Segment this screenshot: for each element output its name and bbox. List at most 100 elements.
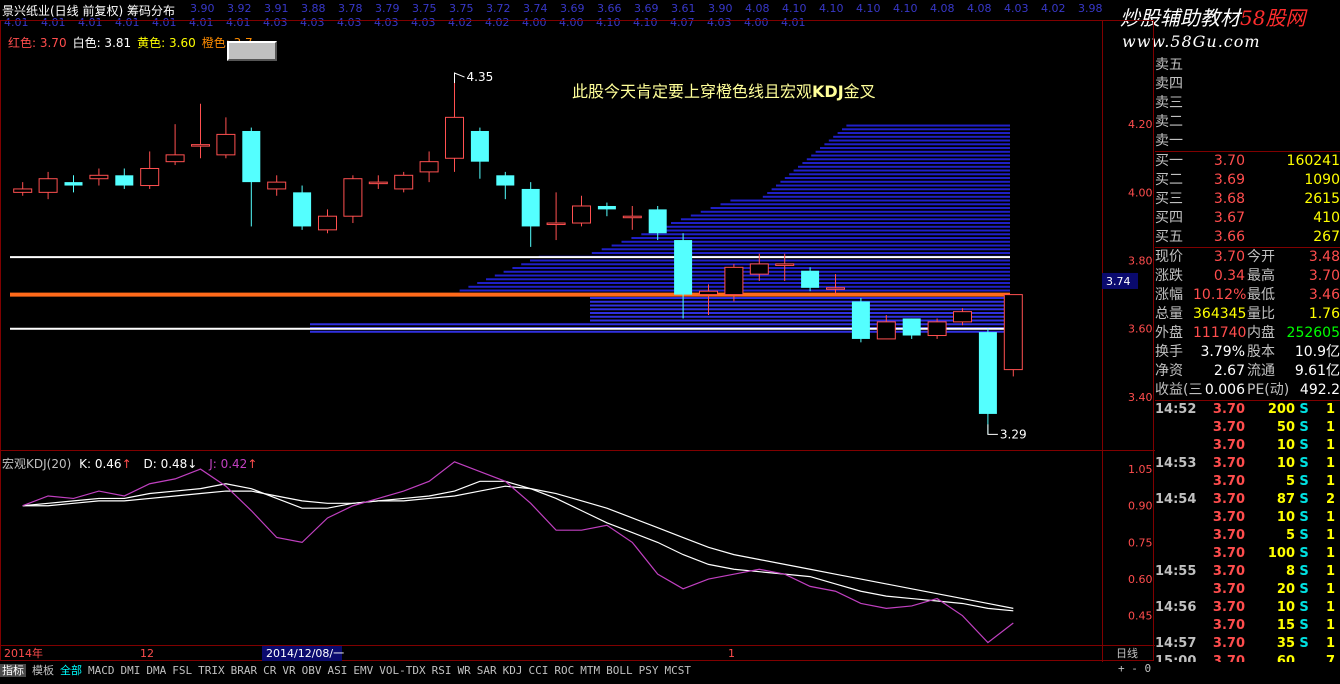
stat-value: 10.9亿: [1294, 344, 1340, 360]
tab-brar[interactable]: BRAR: [231, 664, 258, 677]
candle-body-up: [927, 321, 947, 337]
candle-body-down: [674, 240, 693, 295]
bid-label: 买三: [1155, 191, 1183, 207]
tick-side: S: [1299, 600, 1309, 615]
tab-boll[interactable]: BOLL: [606, 664, 633, 677]
chip-bar: [590, 308, 1010, 311]
tick-volume: 50: [1276, 420, 1295, 435]
ask-price: [1189, 94, 1245, 113]
tab-psy[interactable]: PSY: [639, 664, 659, 677]
candle-body-up: [191, 144, 210, 147]
tick-time: 14:53: [1155, 456, 1197, 471]
tab-全部[interactable]: 全部: [60, 664, 82, 677]
tab-mcst[interactable]: MCST: [664, 664, 691, 677]
tick-time: [1155, 473, 1207, 491]
chip-bar: [815, 150, 1010, 153]
chip-bar: [784, 177, 1010, 180]
tab-rsi[interactable]: RSI: [432, 664, 452, 677]
tab-vol-tdx[interactable]: VOL-TDX: [379, 664, 425, 677]
tick-price: 3.70: [1212, 510, 1245, 525]
quote-panel: 卖五 卖四 卖三 卖二 卖一 买一 3.70 160241 买二 3.69 1090 买三 3.68 26…: [1155, 56, 1340, 671]
candle-body-up: [89, 174, 109, 180]
tab-dmi[interactable]: DMI: [121, 664, 141, 677]
chip-bar: [820, 147, 1010, 150]
bid-row: 买五 3.66 267: [1155, 228, 1340, 247]
chip-bar: [824, 143, 1010, 146]
tab-dma[interactable]: DMA: [146, 664, 166, 677]
stat-value: 252605: [1286, 325, 1340, 341]
chip-bar: [651, 229, 1010, 232]
bid-volume: 160241: [1286, 153, 1340, 169]
chip-bar: [846, 124, 1010, 127]
tab-wr[interactable]: WR: [457, 664, 470, 677]
stat-value: 492.2: [1299, 382, 1340, 398]
bid-volume: 2615: [1304, 191, 1340, 207]
candle-body-down: [521, 188, 540, 227]
candle-body-up: [38, 178, 58, 193]
kdj-j-arrow: ↑: [247, 457, 258, 471]
kdj-tick-label: 0.75: [1128, 536, 1153, 549]
candle-body-down: [293, 192, 312, 227]
candle-body-up: [572, 205, 591, 224]
tab-fsl[interactable]: FSL: [172, 664, 192, 677]
ask-price: [1189, 56, 1245, 75]
stat-label: 现价: [1155, 249, 1183, 265]
tab-cr[interactable]: CR: [263, 664, 276, 677]
tick-row: 14:56 3.70 10 S 1: [1155, 599, 1340, 617]
tab-sar[interactable]: SAR: [477, 664, 497, 677]
candle-body-up: [1003, 294, 1023, 371]
stat-value: 3.48: [1308, 249, 1340, 265]
tick-volume: 10: [1276, 600, 1295, 615]
kdj-tick-label: 0.90: [1128, 500, 1153, 513]
tab-kdj[interactable]: KDJ: [503, 664, 523, 677]
tick-row: 14:55 3.70 8 S 1: [1155, 563, 1340, 581]
tab-zoom-controls[interactable]: + - 0: [1118, 662, 1151, 675]
tab-指标[interactable]: 指标: [0, 664, 26, 677]
stat-value: 10.12%: [1193, 287, 1247, 303]
ask-price: [1189, 75, 1245, 94]
tab-macd[interactable]: MACD: [88, 664, 115, 677]
stat-value: 111740: [1193, 325, 1247, 341]
date-year-label: 2014年: [4, 646, 43, 660]
tab-cci[interactable]: CCI: [528, 664, 548, 677]
tab-trix[interactable]: TRIX: [198, 664, 225, 677]
chip-bar: [641, 233, 1010, 236]
tab-emv[interactable]: EMV: [353, 664, 373, 677]
tab-asi[interactable]: ASI: [328, 664, 348, 677]
ask-price: [1189, 132, 1245, 151]
stat-label: 最高: [1247, 268, 1275, 284]
candle-body-up: [216, 133, 236, 156]
stat-value: 9.61亿: [1294, 363, 1340, 379]
stat-value: 2.67: [1213, 363, 1245, 379]
candle-body-up: [876, 321, 896, 340]
candle-body-down: [242, 130, 261, 183]
chart-area[interactable]: 4.35 3.29 4.20 4.00 3.80 3.60 3.40 3.74 1.05 0.90…: [0, 0, 1155, 662]
period-label: 日线: [1116, 646, 1138, 660]
tab-roc[interactable]: ROC: [554, 664, 574, 677]
tab-obv[interactable]: OBV: [302, 664, 322, 677]
tick-count: 1: [1325, 528, 1335, 543]
tick-price: 3.70: [1212, 564, 1245, 579]
chip-bar: [833, 135, 1010, 138]
tick-side: S: [1299, 474, 1309, 489]
candle-body-up: [368, 181, 388, 185]
stat-row: 总量 364345 量比 1.76: [1155, 305, 1340, 324]
low-price-label: 3.29: [1000, 427, 1027, 441]
high-price-label: 4.35: [467, 70, 494, 84]
date-month-12: 12: [140, 647, 154, 660]
bid-row: 买二 3.69 1090: [1155, 171, 1340, 190]
candle-body-down: [978, 332, 997, 414]
kdj-tick-label: 1.05: [1128, 463, 1153, 476]
candle-body-up: [546, 222, 566, 226]
stat-label: 最低: [1247, 287, 1275, 303]
candle-body-up: [724, 266, 744, 296]
tick-side: S: [1299, 402, 1309, 417]
tick-price: 3.70: [1212, 546, 1245, 561]
tab-模板[interactable]: 模板: [32, 664, 54, 677]
tick-count: 2: [1325, 492, 1335, 507]
tick-side: S: [1299, 528, 1309, 543]
tab-mtm[interactable]: MTM: [580, 664, 600, 677]
tab-vr[interactable]: VR: [282, 664, 295, 677]
tick-volume: 87: [1276, 492, 1295, 507]
chip-bar: [494, 274, 1010, 277]
